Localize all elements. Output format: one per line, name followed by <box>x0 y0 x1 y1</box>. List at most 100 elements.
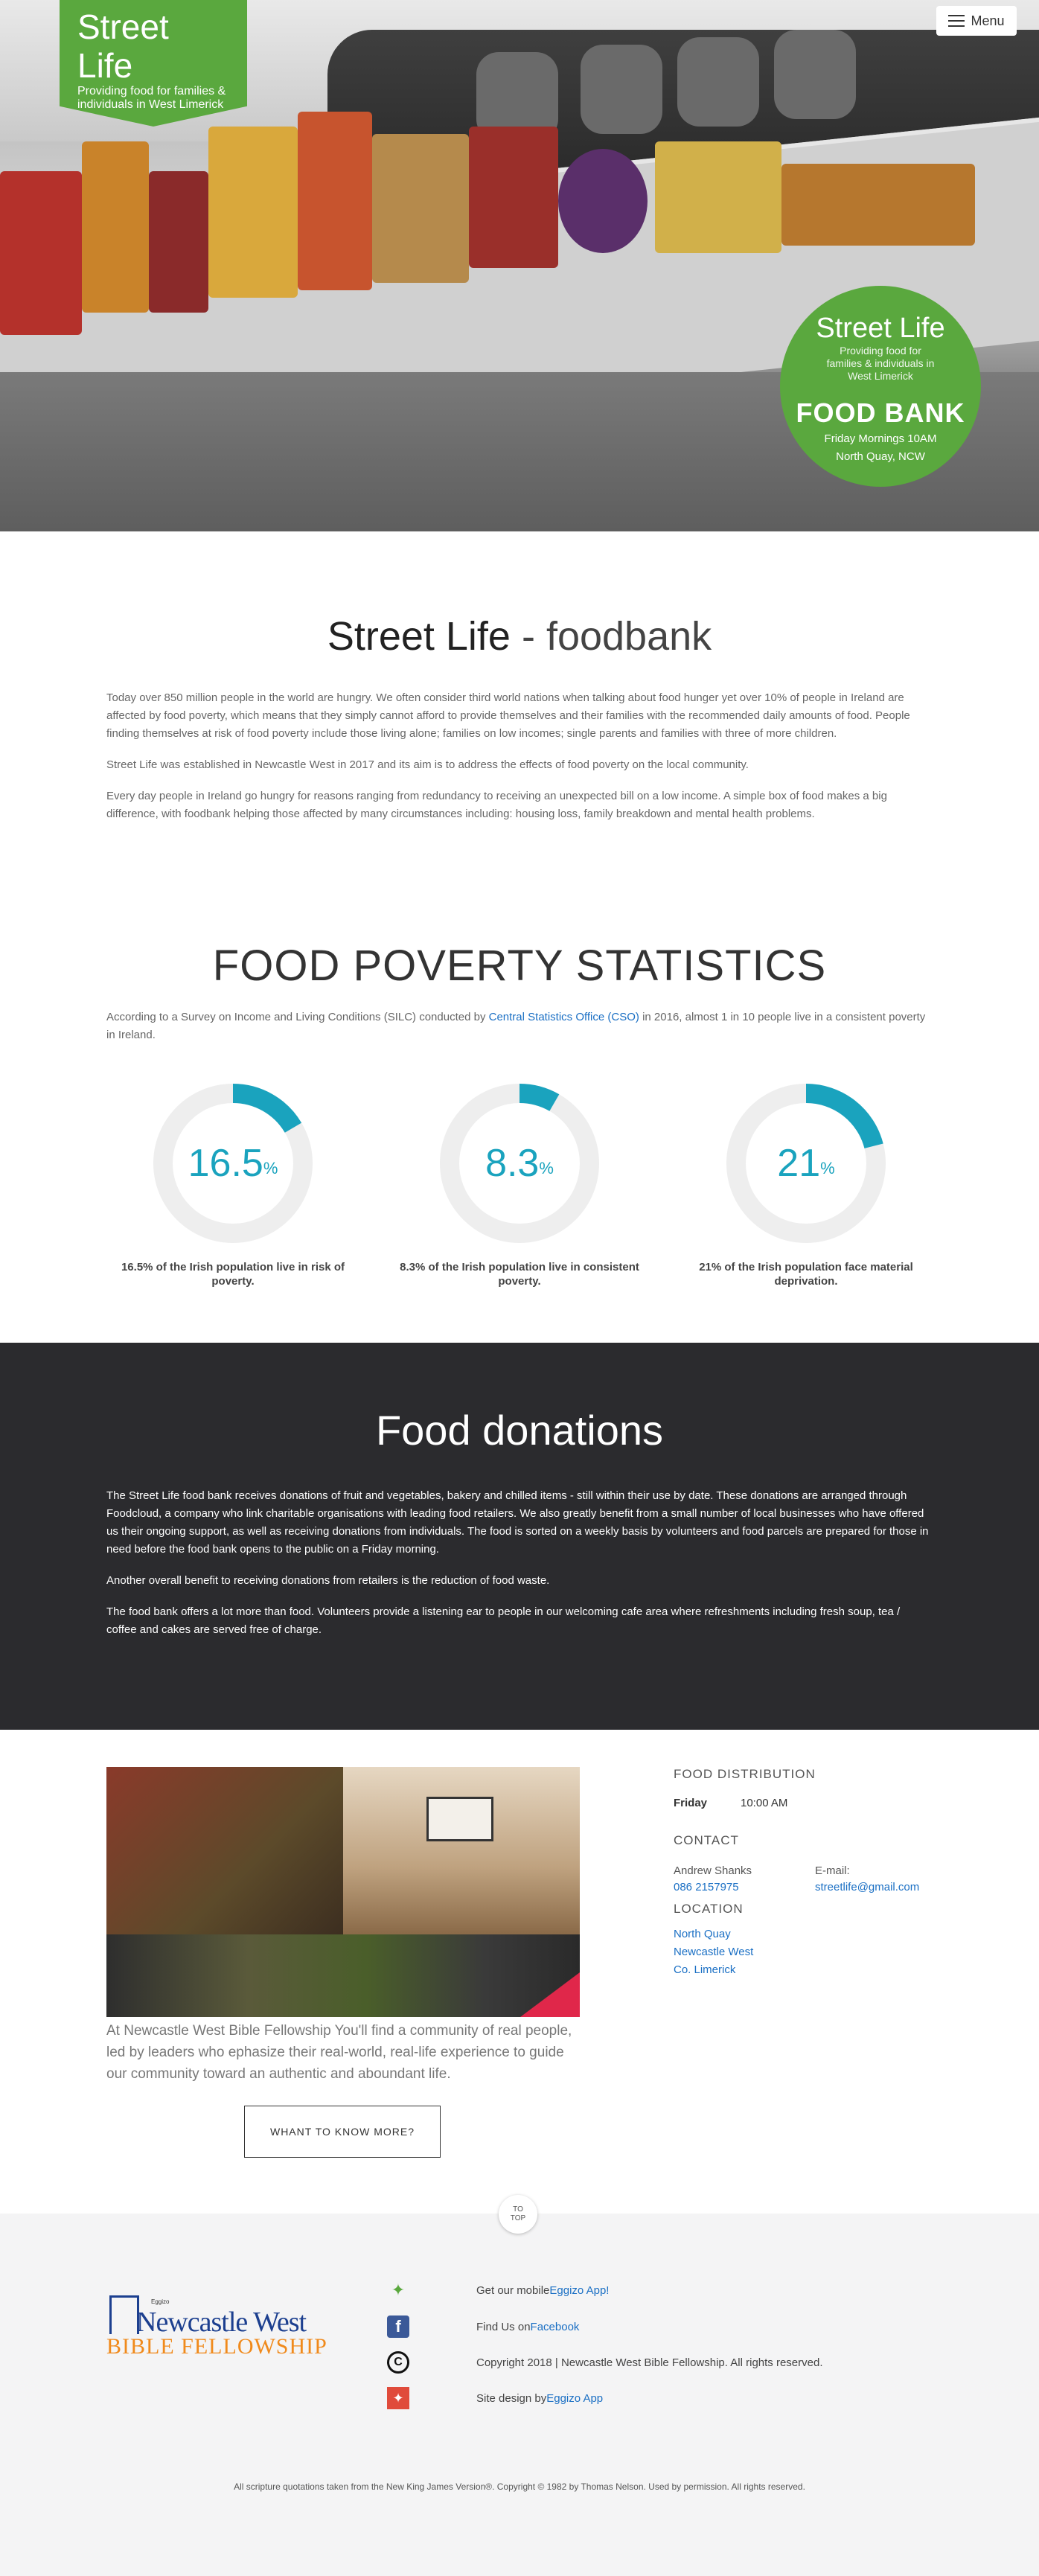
donut-value: 8.3% <box>438 1081 601 1245</box>
logo-subtitle: Providing food for families & individual… <box>77 85 226 111</box>
hero-photo-cushion <box>581 45 662 134</box>
donations-section: Food donations The Street Life food bank… <box>0 1343 1039 1730</box>
hero-photo-groceries <box>0 171 82 335</box>
donations-paragraph: Another overall benefit to receiving don… <box>106 1574 550 1587</box>
distribution-day: Friday <box>674 1797 708 1809</box>
app-link[interactable]: Eggizo App! <box>549 2284 609 2297</box>
intro-text: According to a Survey on Income and Livi… <box>106 1011 489 1023</box>
facebook-icon[interactable]: f <box>387 2315 409 2338</box>
about-paragraph: Every day people in Ireland go hungry fo… <box>106 790 887 820</box>
contact-name: Andrew Shanks <box>674 1864 752 1877</box>
to-top-label: TOP <box>510 2214 526 2222</box>
badge-title: Street Life <box>816 313 945 344</box>
badge-line-1: Friday Mornings 10AM <box>824 432 937 445</box>
logo-sub-text: BIBLE FELLOWSHIP <box>106 2334 327 2359</box>
about-title-bold: Street Life <box>327 614 511 659</box>
hero-photo-groceries <box>298 112 372 290</box>
location-heading: LOCATION <box>674 1902 744 1916</box>
hero-photo-groceries <box>655 141 781 253</box>
food-bank-badge: Street Life Providing food for families … <box>780 286 981 487</box>
footer-copyright-row: C Copyright 2018 | Newcastle West Bible … <box>387 2351 823 2374</box>
donations-paragraph: The Street Life food bank receives donat… <box>106 1489 929 1556</box>
footer-design-row: ✦ Site design by Eggizo App <box>387 2387 603 2409</box>
donut-chart: 16.5% <box>151 1081 315 1245</box>
about-paragraph: Street Life was established in Newcastle… <box>106 758 749 771</box>
donut-number: 8.3 <box>485 1142 540 1185</box>
donut-value: 16.5% <box>151 1081 315 1245</box>
photo-caption: At Newcastle West Bible Fellowship You'l… <box>106 2023 572 2082</box>
hero-photo-groceries <box>82 141 149 313</box>
info-section: At Newcastle West Bible Fellowship You'l… <box>0 1730 1039 2234</box>
hero-photo-cushion <box>677 37 759 127</box>
to-top-label: TO <box>513 2205 523 2214</box>
about-section: Street Life - foodbank Today over 850 mi… <box>0 531 1039 896</box>
hero-photo-groceries <box>781 164 975 246</box>
footer-facebook-row: f Find Us on Facebook <box>387 2315 579 2338</box>
menu-button[interactable]: Menu <box>936 6 1017 36</box>
stat-caption: 8.3% of the Irish population live in con… <box>400 1261 639 1288</box>
eggizo-icon[interactable]: ✦ <box>387 2279 409 2301</box>
statistics-title: FOOD POVERTY STATISTICS <box>212 942 827 990</box>
donations-paragraph: The food bank offers a lot more than foo… <box>106 1605 901 1636</box>
donut-unit: % <box>263 1159 278 1177</box>
about-title: Street Life - foodbank <box>106 613 933 659</box>
contact-heading: CONTACT <box>674 1833 739 1847</box>
statistics-donuts: 16.5% 16.5% of the Irish population live… <box>106 1081 933 1288</box>
app-text: Get our mobile <box>476 2283 550 2297</box>
stat-caption: 21% of the Irish population face materia… <box>699 1261 913 1288</box>
email-label: E-mail: <box>815 1864 850 1877</box>
hero-photo-groceries <box>149 171 208 313</box>
cso-link[interactable]: Central Statistics Office (CSO) <box>489 1011 639 1023</box>
badge-headline: FOOD BANK <box>796 397 965 428</box>
contact-details: Andrew Shanks 086 2157975 E-mail: street… <box>674 1863 934 1896</box>
donut-unit: % <box>820 1159 835 1177</box>
location-line[interactable]: Co. Limerick <box>674 1961 934 1979</box>
to-top-button[interactable]: TO TOP <box>499 2195 537 2234</box>
donut-unit: % <box>539 1159 554 1177</box>
copyright-text: Copyright 2018 | Newcastle West Bible Fe… <box>476 2356 823 2369</box>
distribution-time: 10:00 AM <box>741 1797 788 1809</box>
photo-shelves <box>106 1767 343 1934</box>
footer-app-row: ✦ Get our mobile Eggizo App! <box>387 2279 610 2301</box>
location-address: North Quay Newcastle West Co. Limerick <box>674 1925 934 1979</box>
donut-number: 16.5 <box>188 1142 263 1185</box>
stat-item: 16.5% 16.5% of the Irish population live… <box>106 1081 359 1288</box>
donut-value: 21% <box>724 1081 888 1245</box>
copyright-icon: C <box>387 2351 409 2374</box>
info-sidebar: FOOD DISTRIBUTION Friday 10:00 AM CONTAC… <box>674 1767 934 2085</box>
stat-item: 8.3% 8.3% of the Irish population live i… <box>393 1081 646 1288</box>
eggizo-app-icon[interactable]: ✦ <box>387 2387 409 2409</box>
statistics-section: FOOD POVERTY STATISTICS According to a S… <box>0 896 1039 1343</box>
scripture-footnote: All scripture quotations taken from the … <box>234 2481 805 2492</box>
distribution-heading: FOOD DISTRIBUTION <box>674 1767 816 1781</box>
stat-item: 21% 21% of the Irish population face mat… <box>680 1081 933 1288</box>
food-bank-photo <box>106 1767 580 2017</box>
donut-chart: 21% <box>724 1081 888 1245</box>
photo-column: At Newcastle West Bible Fellowship You'l… <box>106 1767 580 2085</box>
location-line[interactable]: North Quay <box>674 1925 934 1943</box>
contact-phone-link[interactable]: 086 2157975 <box>674 1881 739 1893</box>
site-footer: Eggizo Newcastle West BIBLE FELLOWSHIP ✦… <box>0 2214 1039 2576</box>
stat-caption: 16.5% of the Irish population live in ri… <box>121 1261 345 1288</box>
statistics-intro: According to a Survey on Income and Livi… <box>106 1009 933 1044</box>
hero-photo-cushion <box>774 30 856 119</box>
site-logo[interactable]: Street Life Providing food for families … <box>60 0 247 127</box>
logo-title: Street Life <box>77 7 169 85</box>
facebook-text: Find Us on <box>476 2320 531 2333</box>
know-more-button[interactable]: WHANT TO KNOW MORE? <box>244 2106 441 2158</box>
badge-subtitle: Providing food for families & individual… <box>826 345 935 382</box>
contact-email: E-mail: streetlife@gmail.com <box>815 1863 956 1896</box>
photo-cafe <box>343 1767 580 1934</box>
hero-photo-groceries <box>558 149 648 253</box>
badge-line-2: North Quay, NCW <box>836 450 925 463</box>
footer-logo[interactable]: Eggizo Newcastle West BIBLE FELLOWSHIP <box>106 2288 367 2362</box>
photo-produce <box>106 1934 580 2017</box>
facebook-link[interactable]: Facebook <box>531 2321 580 2333</box>
design-text: Site design by <box>476 2391 547 2405</box>
about-title-light: - foodbank <box>510 614 712 659</box>
donut-number: 21 <box>777 1142 821 1185</box>
hamburger-icon <box>948 15 965 27</box>
email-link[interactable]: streetlife@gmail.com <box>815 1881 919 1893</box>
design-link[interactable]: Eggizo App <box>546 2392 603 2405</box>
location-line[interactable]: Newcastle West <box>674 1943 934 1961</box>
